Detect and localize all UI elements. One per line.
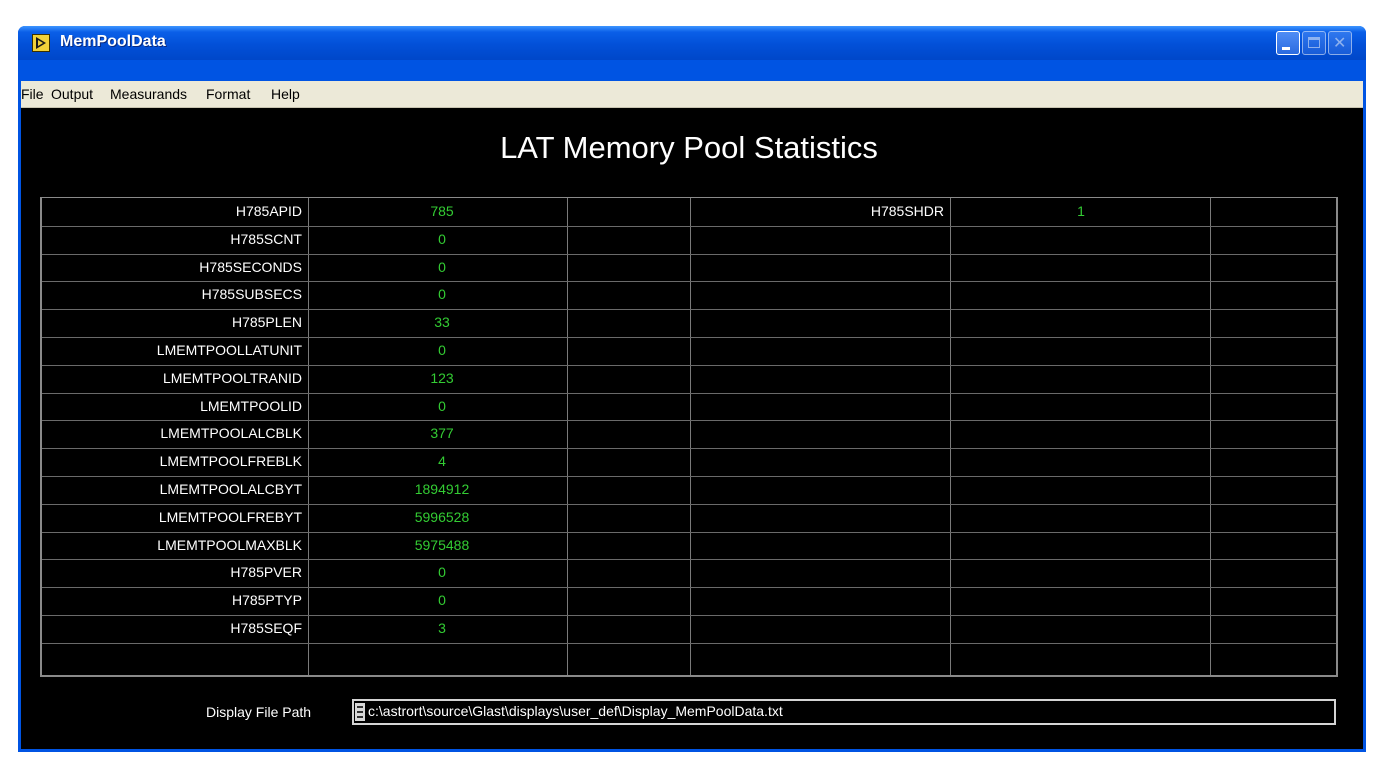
measurand-label: H785SEQF [230, 620, 302, 636]
display-file-path-value: c:\astrort\source\Glast\displays\user_de… [368, 703, 783, 719]
measurand-value: 33 [434, 314, 450, 330]
measurand-label: H785SUBSECS [201, 286, 302, 302]
measurand-label: LMEMTPOOLALCBLK [160, 425, 302, 441]
measurand-label: LMEMTPOOLTRANID [163, 370, 302, 386]
measurand-value: 1894912 [414, 481, 470, 497]
close-icon[interactable]: ✕ [1328, 31, 1352, 55]
measurand-label: H785PVER [230, 564, 302, 580]
measurand-value: 0 [438, 259, 446, 275]
measurand-table: H785APID 785 H785SCNT 0 H785SECONDS 0 H785SUBS… [40, 197, 1338, 677]
measurand-value: 0 [438, 564, 446, 580]
window-title: MemPoolData [60, 33, 166, 50]
measurand-label: LMEMTPOOLMAXBLK [157, 537, 302, 553]
path-browse-icon[interactable] [355, 703, 365, 721]
menu-file[interactable]: File [21, 86, 44, 102]
measurand-value: 0 [438, 342, 446, 358]
maximize-icon[interactable] [1302, 31, 1326, 55]
menu-format[interactable]: Format [206, 86, 250, 102]
measurand-label: LMEMTPOOLFREBLK [159, 453, 302, 469]
measurand-label: LMEMTPOOLID [200, 398, 302, 414]
measurand-value: 785 [430, 203, 454, 219]
measurand-label: H785PTYP [231, 592, 302, 608]
minimize-icon[interactable] [1276, 31, 1300, 55]
measurand-label: LMEMTPOOLALCBYT [159, 481, 302, 497]
measurand-value: 3 [438, 620, 446, 636]
menu-help[interactable]: Help [271, 86, 300, 102]
title-bar[interactable]: MemPoolData ✕ [18, 26, 1366, 60]
menu-bar: File Output Measurands Format Help [21, 81, 1363, 108]
measurand-label: LMEMTPOOLLATUNIT [156, 342, 302, 358]
measurand-value: 0 [438, 398, 446, 414]
measurand-value: 5975488 [414, 537, 470, 553]
labview-run-icon [32, 34, 50, 52]
measurand-value: 0 [438, 592, 446, 608]
measurand-value: 123 [430, 370, 454, 386]
measurand-value: 0 [438, 231, 446, 247]
measurand-value: 0 [438, 286, 446, 302]
measurand-value: 5996528 [414, 509, 470, 525]
menu-measurands[interactable]: Measurands [110, 86, 187, 102]
measurand-label: H785APID [235, 203, 302, 219]
display-file-path-label: Display File Path [206, 704, 312, 720]
measurand-label: H785SHDR [870, 203, 944, 219]
display-file-path-field[interactable]: c:\astrort\source\Glast\displays\user_de… [352, 699, 1336, 725]
measurand-label: LMEMTPOOLFREBYT [158, 509, 302, 525]
measurand-value: 4 [438, 453, 446, 469]
measurand-label: H785SECONDS [199, 259, 302, 275]
menu-output[interactable]: Output [51, 86, 93, 102]
measurand-label: H785SCNT [230, 231, 302, 247]
measurand-value: 377 [430, 425, 454, 441]
measurand-value: 1 [1077, 203, 1085, 219]
measurand-label: H785PLEN [231, 314, 302, 330]
panel-title: LAT Memory Pool Statistics [500, 130, 878, 165]
